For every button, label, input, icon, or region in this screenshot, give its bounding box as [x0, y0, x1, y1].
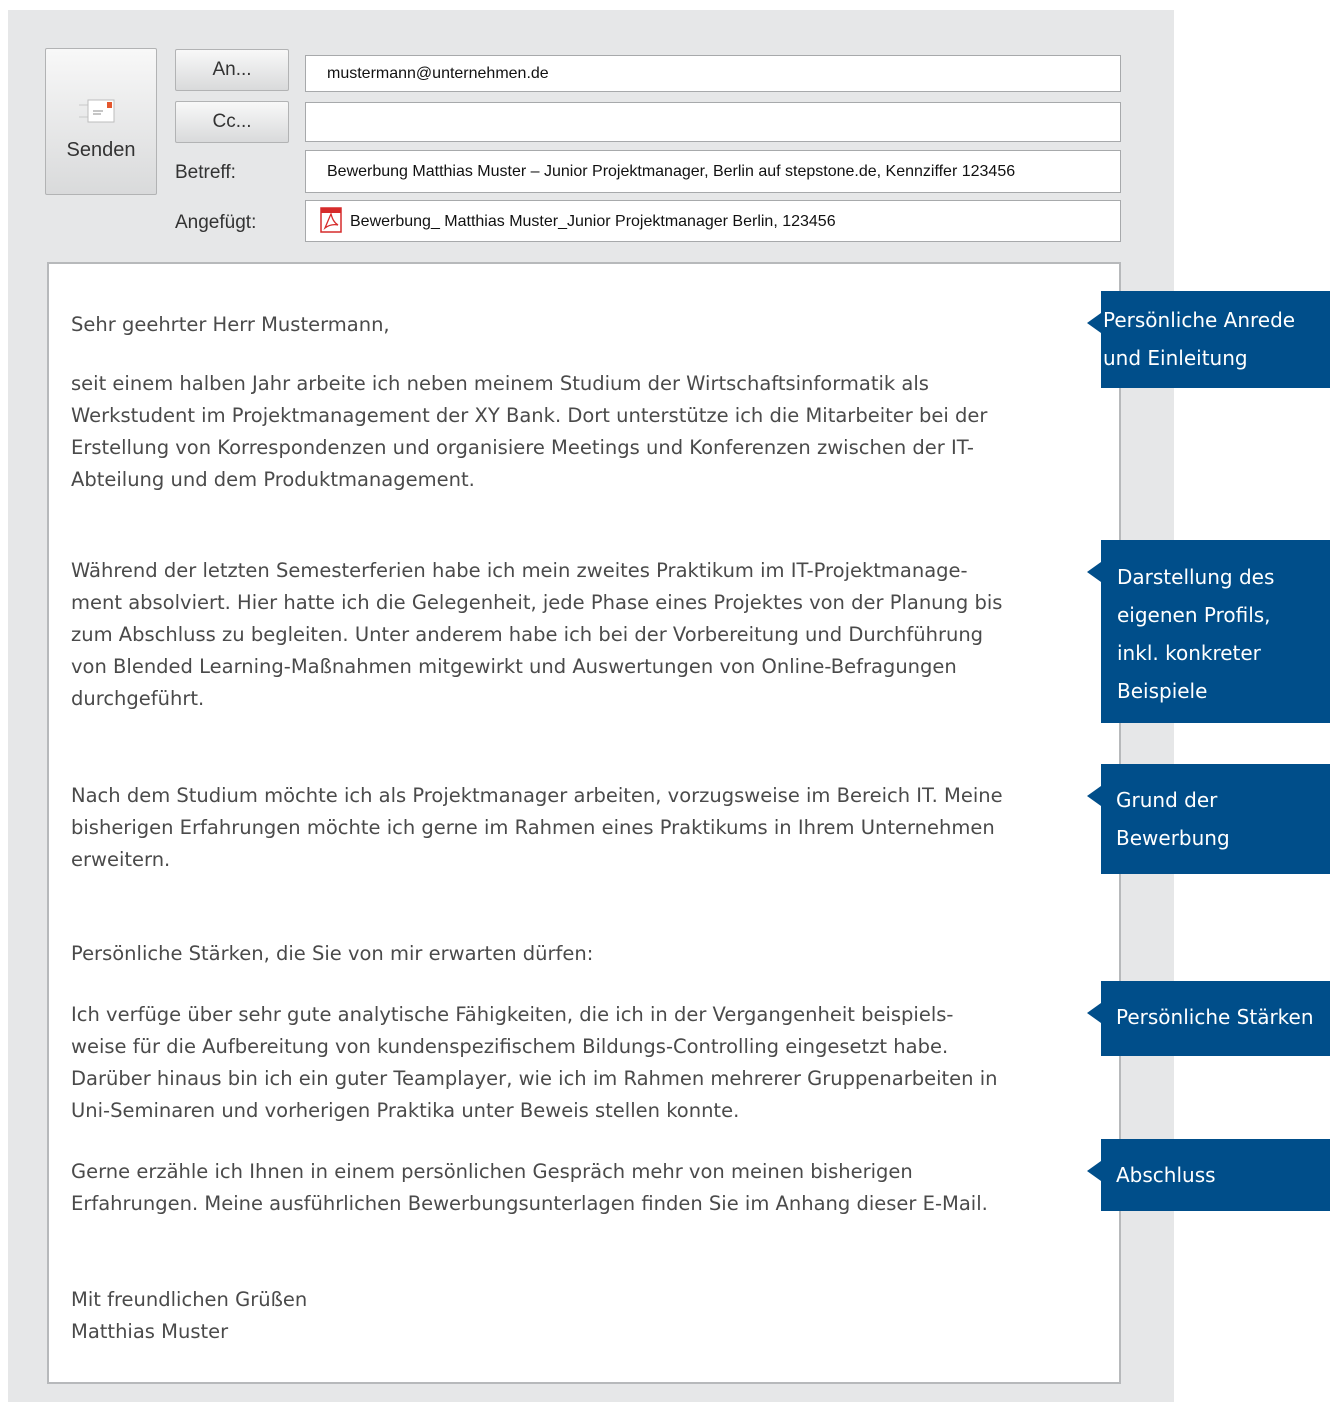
attached-label: Angefügt:: [175, 212, 257, 233]
paragraph-intro: seit einem halben Jahr arbeite ich neben…: [71, 372, 988, 491]
pdf-icon: [320, 207, 342, 233]
annotation-profile: Darstellung des eigenen Profils, inkl. k…: [1087, 540, 1330, 723]
cc-button[interactable]: Cc...: [175, 101, 289, 143]
subject-field[interactable]: Bewerbung Matthias Muster – Junior Proje…: [305, 150, 1121, 193]
cc-field[interactable]: [305, 102, 1121, 142]
paragraph-closing: Gerne erzähle ich Ihnen in einem persönl…: [71, 1160, 988, 1215]
annotation-greeting: Persönliche Anrede und Einleitung: [1087, 291, 1330, 388]
annotation-closing: Abschluss: [1087, 1139, 1330, 1211]
signature: Mit freundlichen Grüßen Matthias Muster: [71, 1288, 308, 1343]
attachment-name: Bewerbung_ Matthias Muster_Junior Projek…: [350, 213, 836, 230]
paragraph-profile: Während der letzten Semesterferien habe …: [71, 559, 1003, 710]
to-button[interactable]: An...: [175, 49, 289, 91]
strengths-intro: Persönliche Stärken, die Sie von mir erw…: [71, 942, 594, 965]
send-button[interactable]: Senden: [45, 48, 157, 195]
to-field[interactable]: mustermann@unternehmen.de: [305, 55, 1121, 92]
envelope-icon: [79, 99, 115, 123]
attachment-field[interactable]: Bewerbung_ Matthias Muster_Junior Projek…: [305, 200, 1121, 242]
annotation-reason: Grund der Bewerbung: [1087, 764, 1330, 874]
greeting: Sehr geehrter Herr Mustermann,: [71, 313, 390, 336]
message-body[interactable]: Sehr geehrter Herr Mustermann, seit eine…: [47, 262, 1121, 1384]
subject-label: Betreff:: [175, 162, 236, 183]
paragraph-reason: Nach dem Studium möchte ich als Projektm…: [71, 784, 1003, 871]
annotation-strengths: Persönliche Stärken: [1087, 981, 1330, 1056]
paragraph-strengths: Ich verfüge über sehr gute analytische F…: [71, 1003, 998, 1122]
send-label: Senden: [66, 139, 136, 161]
